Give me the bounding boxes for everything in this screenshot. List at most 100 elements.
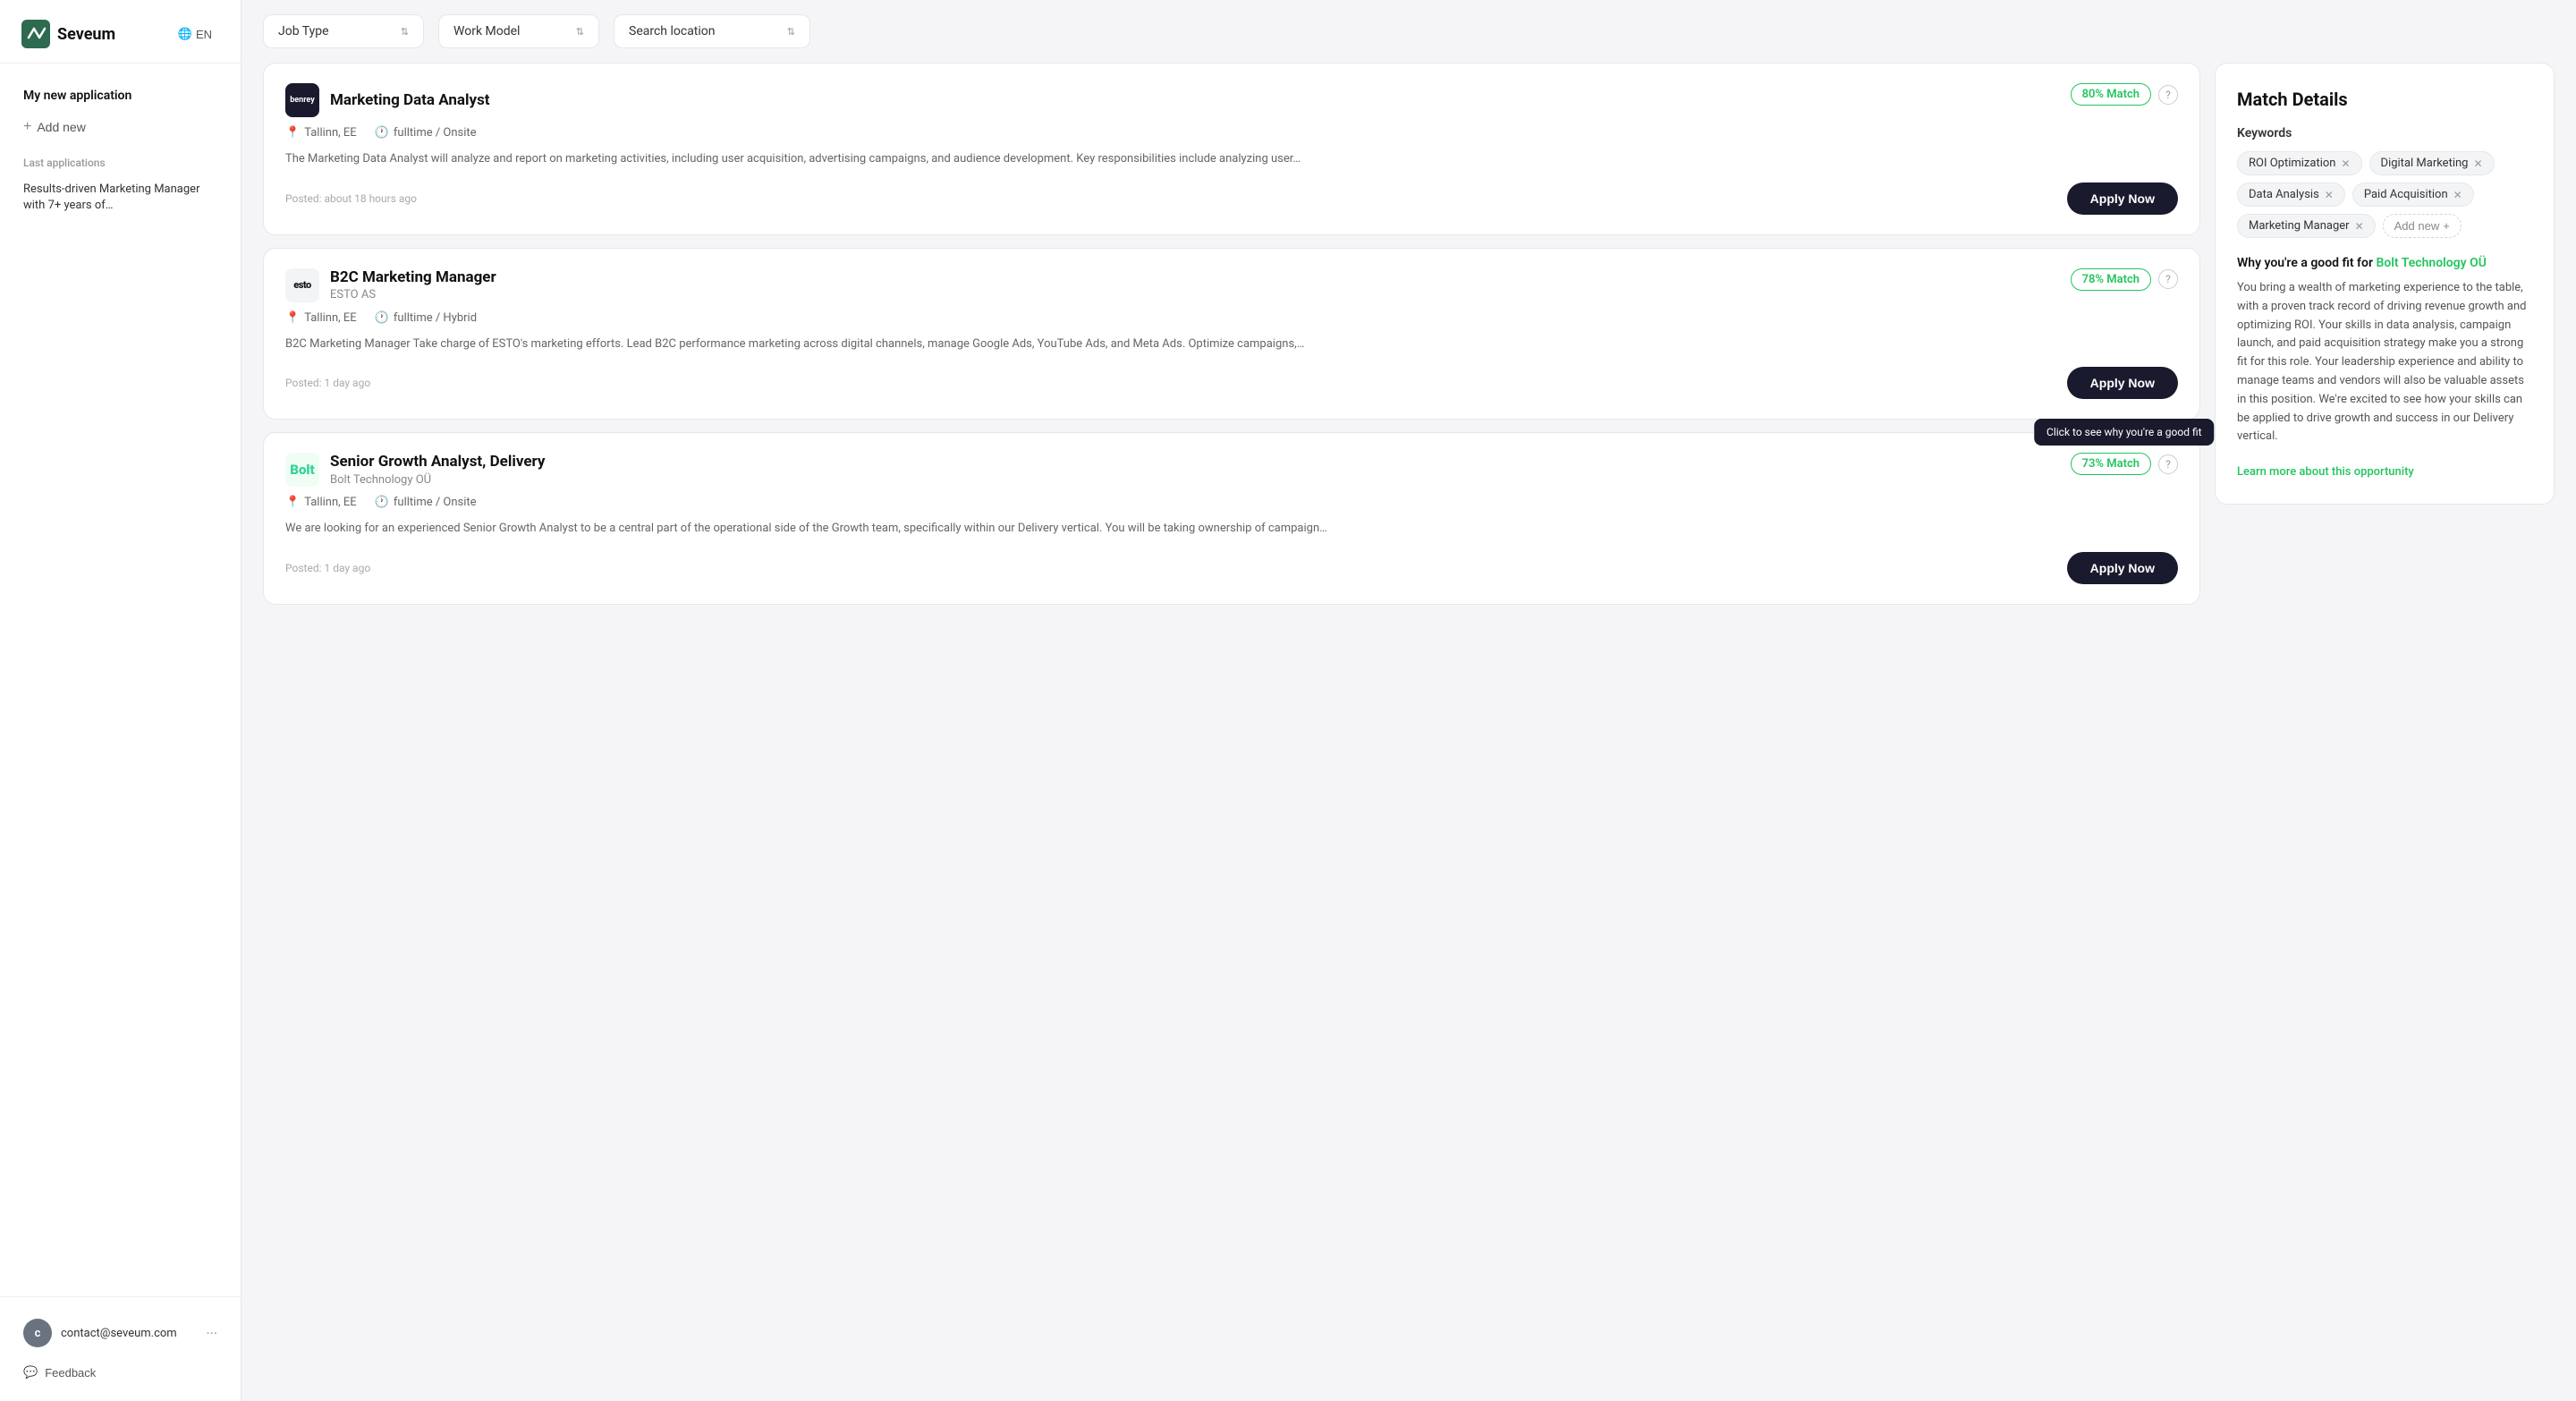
keyword-digital: Digital Marketing ✕ [2369,151,2495,175]
more-options-icon[interactable]: ··· [206,1325,217,1342]
job-2-description: B2C Marketing Manager Take charge of EST… [285,335,2178,353]
jobs-and-detail: benrey Marketing Data Analyst 80% Match … [242,63,2576,1401]
job-1-jobtype: 🕐 fulltime / Onsite [375,126,477,140]
match-details-panel: Match Details Keywords ROI Optimization … [2215,63,2555,505]
location-icon: 📍 [285,126,300,140]
job-1-match-badge: 80% Match [2071,83,2151,106]
work-model-filter[interactable]: Work Model ⇅ [438,14,599,48]
job-3-company: Bolt Technology OÜ [330,473,545,487]
job-2-meta: 📍 Tallinn, EE 🕐 fulltime / Hybrid [285,311,2178,325]
job-2-title: B2C Marketing Manager [330,268,496,286]
keyword-data: Data Analysis ✕ [2237,183,2345,207]
job-3-apply-button[interactable]: Apply Now [2067,552,2178,584]
job-2-info-icon[interactable]: ? [2158,269,2178,289]
chevron-up-down-icon-2: ⇅ [576,26,584,38]
job-type-filter[interactable]: Job Type ⇅ [263,14,424,48]
last-application-item[interactable]: Results-driven Marketing Manager with 7+… [14,174,226,221]
last-applications-heading: Last applications [14,142,226,174]
bolt-company-logo: Bolt [285,453,319,487]
clock-icon-3: 🕐 [375,496,389,509]
fit-title-prefix: Why you're a good fit for [2237,256,2373,270]
language-button[interactable]: 🌐 EN [171,23,219,45]
learn-more-link[interactable]: Learn more about this opportunity [2237,465,2414,479]
lang-label: EN [196,28,212,41]
job-card-1-titles: Marketing Data Analyst [330,91,490,109]
keyword-digital-remove[interactable]: ✕ [2473,157,2482,170]
job-1-location: 📍 Tallinn, EE [285,126,357,140]
location-filter[interactable]: Search location ⇅ [614,14,810,48]
job-3-jobtype: 🕐 fulltime / Onsite [375,496,477,509]
feedback-label: Feedback [45,1366,96,1380]
job-card-2-title-area: esto B2C Marketing Manager ESTO AS [285,268,496,302]
keyword-data-remove[interactable]: ✕ [2325,189,2334,201]
job-2-apply-button[interactable]: Apply Now [2067,367,2178,399]
job-card-2[interactable]: esto B2C Marketing Manager ESTO AS 78% M… [263,248,2200,420]
keyword-manager: Marketing Manager ✕ [2237,214,2376,238]
job-3-match-badge: 73% Match [2071,453,2151,475]
keyword-digital-text: Digital Marketing [2381,157,2469,170]
job-card-3[interactable]: Bolt Senior Growth Analyst, Delivery Bol… [263,432,2200,605]
current-application-title[interactable]: My new application [14,81,226,110]
avatar: c [23,1319,52,1347]
job-2-jobtype: 🕐 fulltime / Hybrid [375,311,477,325]
seveum-logo-icon [21,20,50,48]
add-new-button[interactable]: + Add new [14,112,226,142]
sidebar-nav: My new application + Add new Last applic… [0,64,241,1296]
job-1-info-icon[interactable]: ? [2158,85,2178,105]
location-icon-3: 📍 [285,496,300,509]
sidebar: Seveum 🌐 EN My new application + Add new… [0,0,242,1401]
job-1-description: The Marketing Data Analyst will analyze … [285,150,2178,168]
keyword-roi-remove[interactable]: ✕ [2341,157,2350,170]
keyword-manager-text: Marketing Manager [2249,219,2350,233]
main-content: Job Type ⇅ Work Model ⇅ Search location … [242,0,2576,1401]
job-2-match-badge: 78% Match [2071,268,2151,291]
chevron-up-down-icon-3: ⇅ [787,26,795,38]
job-3-tooltip: Click to see why you're a good fit [2034,419,2214,446]
keyword-roi: ROI Optimization ✕ [2237,151,2362,175]
bolt-logo-text: Bolt [290,462,314,478]
fit-company-name[interactable]: Bolt Technology OÜ [2376,256,2486,270]
keyword-paid-text: Paid Acquisition [2364,188,2448,201]
job-card-1-title-area: benrey Marketing Data Analyst [285,83,490,117]
job-3-title: Senior Growth Analyst, Delivery [330,453,545,471]
job-card-2-titles: B2C Marketing Manager ESTO AS [330,268,496,301]
logo-text: Seveum [57,25,115,44]
job-3-location: 📍 Tallinn, EE [285,496,357,509]
feedback-button[interactable]: 💬 Feedback [14,1358,226,1387]
job-1-title: Marketing Data Analyst [330,91,490,109]
job-1-match-area: 80% Match ? [2071,83,2178,106]
add-keyword-label: Add new [2394,219,2440,233]
keyword-data-text: Data Analysis [2249,188,2319,201]
filter-bar: Job Type ⇅ Work Model ⇅ Search location … [242,0,2576,63]
job-card-3-titles: Senior Growth Analyst, Delivery Bolt Tec… [330,453,545,486]
sidebar-footer: c contact@seveum.com ··· 💬 Feedback [0,1296,241,1401]
job-2-company: ESTO AS [330,288,496,301]
keywords-section-title: Keywords [2237,126,2532,140]
job-3-match-area: 73% Match ? Click to see why you're a go… [2071,453,2178,475]
chevron-up-down-icon: ⇅ [401,26,409,38]
job-card-3-header: Bolt Senior Growth Analyst, Delivery Bol… [285,453,2178,487]
job-1-footer: Posted: about 18 hours ago Apply Now [285,183,2178,215]
logo-area: Seveum [21,20,115,48]
job-3-posted: Posted: 1 day ago [285,562,370,574]
plus-icon: + [23,119,31,135]
clock-icon-2: 🕐 [375,311,389,325]
job-1-apply-button[interactable]: Apply Now [2067,183,2178,215]
search-location-label: Search location [629,24,716,38]
keyword-manager-remove[interactable]: ✕ [2355,220,2364,233]
user-row[interactable]: c contact@seveum.com ··· [14,1312,226,1354]
job-3-info-icon[interactable]: ? [2158,454,2178,474]
add-keyword-button[interactable]: Add new + [2383,214,2462,238]
clock-icon: 🕐 [375,126,389,140]
job-2-match-area: 78% Match ? [2071,268,2178,291]
keyword-paid-remove[interactable]: ✕ [2453,189,2462,201]
user-email: contact@seveum.com [61,1327,197,1340]
fit-description: You bring a wealth of marketing experien… [2237,279,2532,446]
fit-section: Why you're a good fit for Bolt Technolog… [2237,256,2532,446]
keyword-roi-text: ROI Optimization [2249,157,2335,170]
job-1-posted: Posted: about 18 hours ago [285,192,417,205]
keywords-grid: ROI Optimization ✕ Digital Marketing ✕ D… [2237,151,2532,238]
job-card-1[interactable]: benrey Marketing Data Analyst 80% Match … [263,63,2200,235]
job-3-footer: Posted: 1 day ago Apply Now [285,552,2178,584]
sidebar-header: Seveum 🌐 EN [0,0,241,64]
